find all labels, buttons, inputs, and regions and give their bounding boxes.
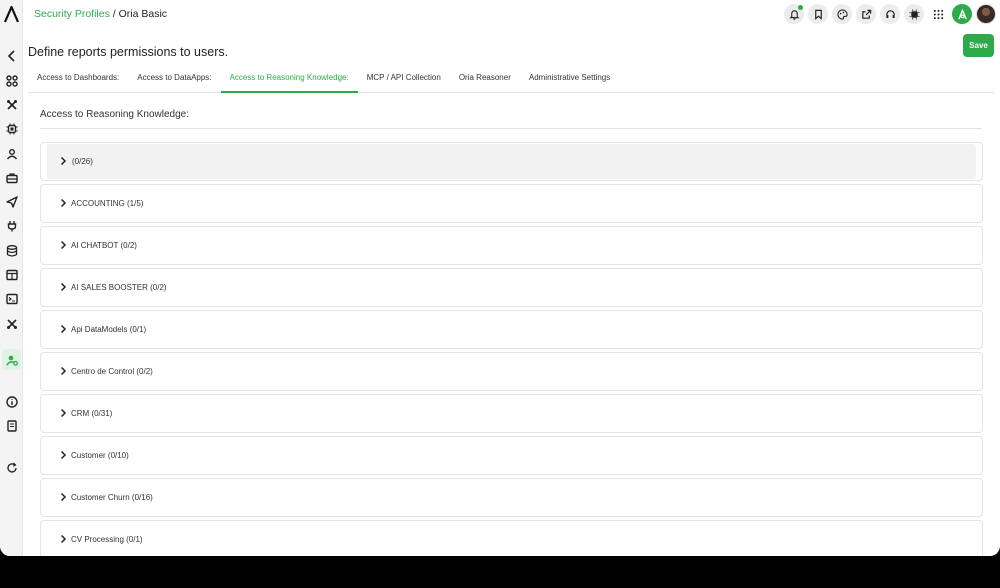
chevron-right-icon[interactable]: [59, 366, 67, 376]
list-item[interactable]: AI CHATBOT (0/2): [40, 226, 983, 265]
list-item-label: ACCOUNTING (1/5): [71, 199, 144, 208]
user-accent-icon[interactable]: [952, 4, 972, 24]
list-item[interactable]: Customer Churn (0/16): [40, 478, 983, 517]
database-icon[interactable]: [3, 242, 20, 259]
list-item[interactable]: AI SALES BOOSTER (0/2): [40, 268, 983, 307]
list-item-highlight: [47, 144, 976, 179]
list-item[interactable]: (0/26): [40, 142, 983, 181]
dashboard-grid-icon[interactable]: [3, 72, 20, 89]
breadcrumb-current: Oria Basic: [118, 8, 168, 20]
list-item-label: (0/26): [72, 157, 93, 166]
section-divider: [40, 128, 982, 129]
share-icon[interactable]: [856, 4, 876, 24]
list-item-label: CV Processing (0/1): [71, 535, 143, 544]
refresh-icon[interactable]: [3, 459, 20, 476]
logo-icon[interactable]: [3, 5, 20, 23]
palette-icon[interactable]: [832, 4, 852, 24]
chip-icon[interactable]: [904, 4, 924, 24]
list-item-label: Customer (0/10): [71, 451, 129, 460]
tab-dashboards[interactable]: Access to Dashboards:: [28, 69, 128, 93]
save-button[interactable]: Save: [963, 34, 994, 57]
chevron-right-icon[interactable]: [59, 240, 67, 250]
briefcase-icon[interactable]: [3, 169, 20, 186]
app-window: Security Profiles / Oria Basic Define re…: [0, 0, 1000, 556]
chevron-right-icon[interactable]: [59, 324, 67, 334]
chevron-right-icon[interactable]: [59, 534, 67, 544]
avatar[interactable]: [976, 4, 996, 24]
book-icon[interactable]: [3, 417, 20, 434]
section-title: Access to Reasoning Knowledge:: [40, 109, 189, 120]
chevron-right-icon[interactable]: [59, 282, 67, 292]
chevron-right-icon[interactable]: [59, 492, 67, 502]
breadcrumb-separator: /: [112, 8, 116, 20]
tab-reasoning-knowledge[interactable]: Access to Reasoning Knowledge:: [220, 69, 358, 93]
list-item-label: Customer Churn (0/16): [71, 493, 153, 502]
chevron-right-icon[interactable]: [59, 450, 67, 460]
list-item-label: AI CHATBOT (0/2): [71, 241, 137, 250]
tools-icon[interactable]: [3, 96, 20, 113]
breadcrumb: Security Profiles / Oria Basic: [34, 8, 167, 20]
terminal-icon[interactable]: [3, 290, 20, 307]
table-icon[interactable]: [3, 266, 20, 283]
bell-icon[interactable]: [784, 4, 804, 24]
tab-administrative-settings[interactable]: Administrative Settings: [520, 69, 619, 93]
list-item-label: CRM (0/31): [71, 409, 113, 418]
wrench-icon[interactable]: [3, 315, 20, 332]
back-chevron-icon[interactable]: [3, 47, 20, 64]
list-item[interactable]: Centro de Control (0/2): [40, 352, 983, 391]
knowledge-list: (0/26) ACCOUNTING (1/5) AI CHATBOT (0/2)…: [40, 142, 983, 556]
user-settings-icon[interactable]: [2, 349, 21, 370]
info-icon[interactable]: [3, 393, 20, 410]
chevron-right-icon[interactable]: [59, 156, 67, 166]
chip-icon[interactable]: [3, 120, 20, 137]
tab-dataapps[interactable]: Access to DataApps:: [128, 69, 220, 93]
send-icon[interactable]: [3, 193, 20, 210]
tab-bar: Access to Dashboards: Access to DataApps…: [28, 69, 995, 93]
list-item-label: AI SALES BOOSTER (0/2): [71, 283, 167, 292]
page-title: Define reports permissions to users.: [28, 45, 229, 59]
headset-icon[interactable]: [880, 4, 900, 24]
list-item[interactable]: ACCOUNTING (1/5): [40, 184, 983, 223]
topbar: Security Profiles / Oria Basic: [23, 0, 1000, 30]
chevron-right-icon[interactable]: [59, 198, 67, 208]
tab-oria-reasoner[interactable]: Oria Reasoner: [450, 69, 520, 93]
list-item[interactable]: CRM (0/31): [40, 394, 983, 433]
user-network-icon[interactable]: [3, 145, 20, 162]
notification-dot: [798, 5, 803, 10]
list-item-label: Centro de Control (0/2): [71, 367, 153, 376]
list-item[interactable]: Customer (0/10): [40, 436, 983, 475]
plug-icon[interactable]: [3, 217, 20, 234]
tab-mcp-api-collection[interactable]: MCP / API Collection: [358, 69, 450, 93]
sidebar: [0, 0, 23, 556]
list-item-label: Api DataModels (0/1): [71, 325, 147, 334]
list-item[interactable]: Api DataModels (0/1): [40, 310, 983, 349]
breadcrumb-parent[interactable]: Security Profiles: [34, 8, 110, 20]
list-item[interactable]: CV Processing (0/1): [40, 520, 983, 556]
topbar-actions: [784, 4, 996, 24]
bookmark-icon[interactable]: [808, 4, 828, 24]
chevron-right-icon[interactable]: [59, 408, 67, 418]
apps-grid-icon[interactable]: [928, 4, 948, 24]
